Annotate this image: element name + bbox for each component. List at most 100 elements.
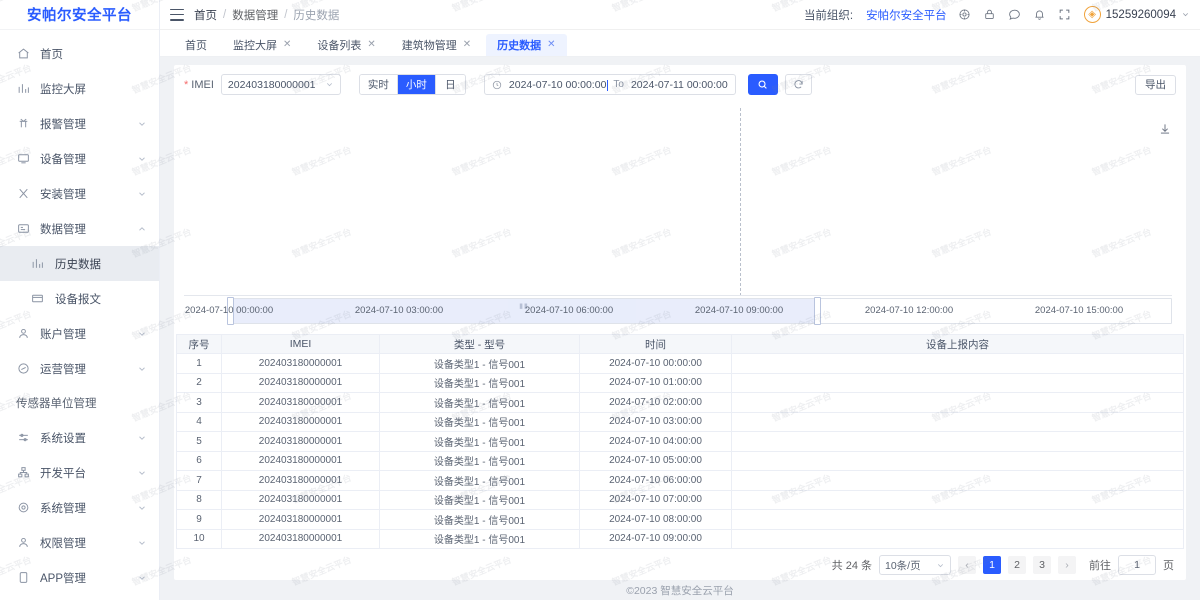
history-chart: ▮▮ 2024-07-10 00:00:00 2024-07-10 03:00:… (174, 100, 1186, 334)
page-size-select[interactable]: 10条/页 (879, 555, 951, 575)
org-label: 当前组织: (804, 7, 853, 23)
tab-home[interactable]: 首页 (174, 34, 218, 56)
pagination-prev[interactable]: ‹ (958, 556, 976, 574)
chart-crosshair (740, 108, 741, 296)
date-start-input[interactable]: 2024-07-10 00:00:00 (509, 79, 607, 91)
pagination-goto-label: 前往 (1089, 557, 1111, 573)
close-icon[interactable]: ✕ (283, 40, 291, 50)
search-icon (757, 79, 768, 90)
close-icon[interactable]: ✕ (547, 40, 555, 50)
cell-content (732, 529, 1184, 549)
pagination: 共 24 条 10条/页 ‹ 1 2 3 › 前往 1 页 (174, 550, 1186, 580)
chevron-down-icon (137, 329, 147, 339)
table-row[interactable]: 10 202403180000001 设备类型1 - 信号001 2024-07… (177, 529, 1184, 549)
sidebar-item-dev-platform[interactable]: 开发平台 (0, 455, 159, 490)
cell-type: 设备类型1 - 信号001 (380, 451, 580, 471)
table-row[interactable]: 5 202403180000001 设备类型1 - 信号001 2024-07-… (177, 432, 1184, 452)
tab-label: 监控大屏 (233, 37, 277, 53)
download-icon[interactable] (1158, 122, 1172, 136)
granularity-hour[interactable]: 小时 (398, 75, 436, 94)
search-button[interactable] (748, 74, 778, 95)
tab-device-list[interactable]: 设备列表 ✕ (306, 34, 386, 56)
table-row[interactable]: 8 202403180000001 设备类型1 - 信号001 2024-07-… (177, 490, 1184, 510)
chevron-down-icon (137, 189, 147, 199)
pagination-goto-input[interactable]: 1 (1118, 555, 1156, 575)
operation-icon (16, 361, 31, 376)
column-header-content: 设备上报内容 (732, 335, 1184, 354)
sidebar-item-system-management[interactable]: 系统管理 (0, 490, 159, 525)
lock-icon[interactable] (982, 7, 997, 22)
sidebar-item-label: 历史数据 (55, 256, 147, 272)
breadcrumb-item-data-management[interactable]: 数据管理 (232, 7, 278, 23)
sidebar-item-home[interactable]: 首页 (0, 36, 159, 71)
imei-select[interactable]: 202403180000001 (221, 74, 341, 95)
date-range-picker[interactable]: 2024-07-10 00:00:00 To 2024-07-11 00:00:… (484, 74, 736, 95)
sidebar-item-permission-management[interactable]: 权限管理 (0, 525, 159, 560)
app-root: 安帕尔安全平台 首页 监控大屏 报警管理 (0, 0, 1200, 600)
close-icon[interactable]: ✕ (367, 40, 375, 50)
sidebar-item-device-management[interactable]: 设备管理 (0, 141, 159, 176)
cell-type: 设备类型1 - 信号001 (380, 432, 580, 452)
history-data-table: 序号 IMEI 类型 - 型号 时间 设备上报内容 1 202403180000… (176, 334, 1184, 549)
chevron-down-icon (137, 154, 147, 164)
table-row[interactable]: 1 202403180000001 设备类型1 - 信号001 2024-07-… (177, 354, 1184, 374)
tab-history-data[interactable]: 历史数据 ✕ (486, 34, 566, 56)
language-globe-icon[interactable] (957, 7, 972, 22)
breadcrumb-item-home[interactable]: 首页 (194, 7, 217, 23)
table-row[interactable]: 7 202403180000001 设备类型1 - 信号001 2024-07-… (177, 471, 1184, 491)
sidebar-menu: 首页 监控大屏 报警管理 设备 (0, 30, 159, 595)
pagination-page-3[interactable]: 3 (1033, 556, 1051, 574)
pagination-next[interactable]: › (1058, 556, 1076, 574)
sidebar-item-install-management[interactable]: 安装管理 (0, 176, 159, 211)
table-row[interactable]: 2 202403180000001 设备类型1 - 信号001 2024-07-… (177, 373, 1184, 393)
sidebar-item-history-data[interactable]: 历史数据 (0, 246, 159, 281)
pagination-total: 共 24 条 (832, 557, 872, 573)
hamburger-icon[interactable] (170, 9, 184, 21)
fullscreen-icon[interactable] (1057, 7, 1072, 22)
user-menu[interactable]: ◈ 15259260094 (1084, 6, 1190, 23)
chevron-up-icon (137, 224, 147, 234)
table-row[interactable]: 3 202403180000001 设备类型1 - 信号001 2024-07-… (177, 393, 1184, 413)
close-icon[interactable]: ✕ (463, 40, 471, 50)
tab-building-management[interactable]: 建筑物管理 ✕ (391, 34, 482, 56)
tab-monitor-screen[interactable]: 监控大屏 ✕ (222, 34, 302, 56)
chat-icon[interactable] (1007, 7, 1022, 22)
export-button[interactable]: 导出 (1135, 75, 1176, 95)
table-row[interactable]: 9 202403180000001 设备类型1 - 信号001 2024-07-… (177, 510, 1184, 530)
monitor-chart-icon (16, 81, 31, 96)
sidebar-item-operation-management[interactable]: 运营管理 (0, 351, 159, 386)
chevron-down-icon (137, 433, 147, 443)
sidebar-item-account-management[interactable]: 账户管理 (0, 316, 159, 351)
bell-icon[interactable] (1032, 7, 1047, 22)
table-row[interactable]: 6 202403180000001 设备类型1 - 信号001 2024-07-… (177, 451, 1184, 471)
granularity-day[interactable]: 日 (436, 75, 465, 94)
granularity-realtime[interactable]: 实时 (360, 75, 398, 94)
sidebar-item-data-management[interactable]: 数据管理 (0, 211, 159, 246)
sidebar-item-device-message[interactable]: 设备报文 (0, 281, 159, 316)
org-name[interactable]: 安帕尔安全平台 (866, 7, 947, 23)
install-icon (16, 186, 31, 201)
breadcrumb-separator: / (284, 9, 287, 21)
sidebar-item-app-management[interactable]: APP管理 (0, 560, 159, 595)
cell-imei: 202403180000001 (222, 510, 380, 530)
sidebar-item-label: 监控大屏 (40, 81, 147, 97)
chevron-down-icon (1181, 10, 1190, 19)
column-header-index: 序号 (177, 335, 222, 354)
permission-user-icon (16, 535, 31, 550)
history-data-card: * IMEI 202403180000001 实时 小时 日 (174, 65, 1186, 580)
required-mark: * (184, 79, 188, 91)
cell-imei: 202403180000001 (222, 490, 380, 510)
cell-time: 2024-07-10 03:00:00 (580, 412, 732, 432)
app-icon (16, 570, 31, 585)
alarm-icon (16, 116, 31, 131)
sidebar-item-monitor-screen[interactable]: 监控大屏 (0, 71, 159, 106)
cell-type: 设备类型1 - 信号001 (380, 393, 580, 413)
date-end-input[interactable]: 2024-07-11 00:00:00 (631, 79, 728, 91)
sidebar-item-system-settings[interactable]: 系统设置 (0, 420, 159, 455)
sidebar-item-alarm-management[interactable]: 报警管理 (0, 106, 159, 141)
table-row[interactable]: 4 202403180000001 设备类型1 - 信号001 2024-07-… (177, 412, 1184, 432)
reset-button[interactable] (785, 74, 812, 95)
pagination-page-1[interactable]: 1 (983, 556, 1001, 574)
sidebar: 安帕尔安全平台 首页 监控大屏 报警管理 (0, 0, 160, 600)
pagination-page-2[interactable]: 2 (1008, 556, 1026, 574)
